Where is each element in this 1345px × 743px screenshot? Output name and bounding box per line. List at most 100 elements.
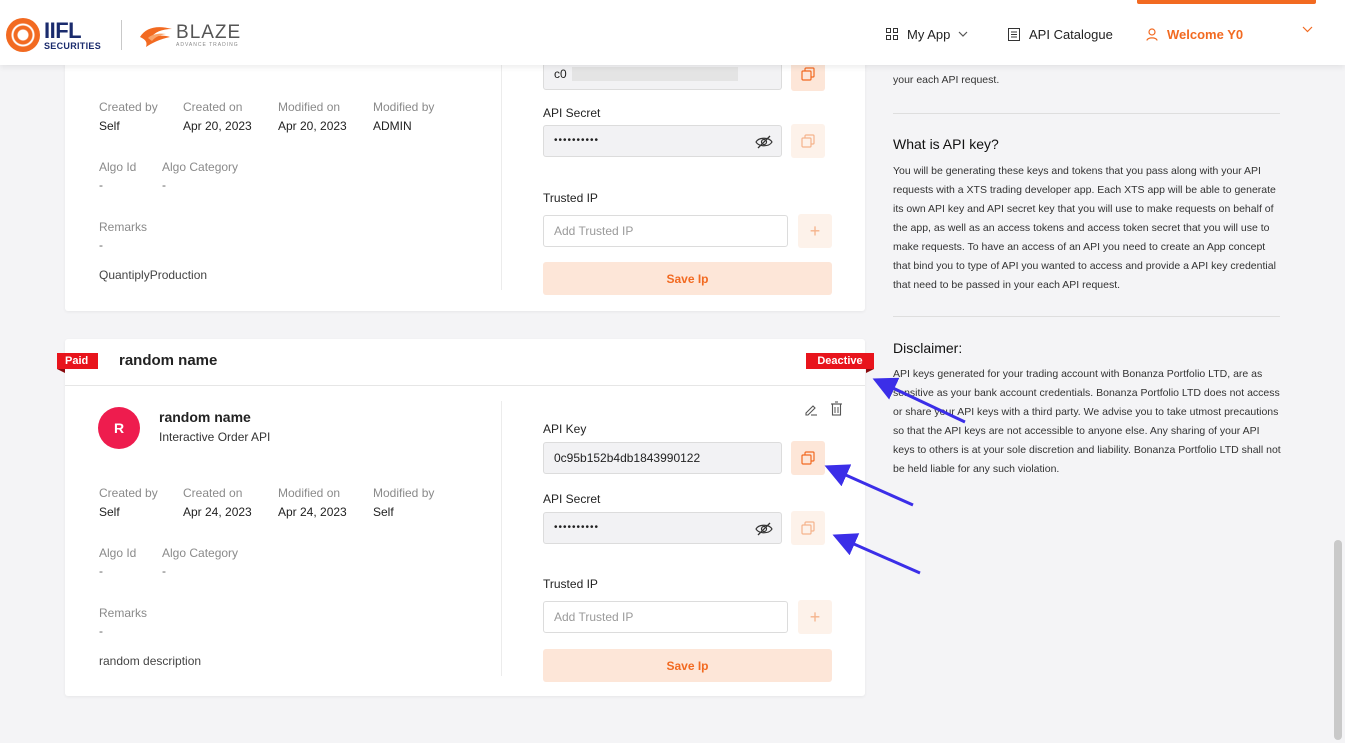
api-key-value: 0c95b152b4db1843990122 <box>554 451 701 465</box>
column-divider <box>501 401 502 676</box>
logo-divider <box>121 20 123 50</box>
save-ip-button[interactable]: Save Ip <box>543 262 832 295</box>
add-trusted-ip-button[interactable]: + <box>798 600 832 634</box>
api-secret-value: •••••••••• <box>554 522 600 533</box>
card-title: random name <box>119 352 218 369</box>
api-secret-value: •••••••••• <box>554 135 600 146</box>
copy-api-secret-button[interactable] <box>791 124 825 158</box>
copy-icon <box>801 521 815 535</box>
disclaimer-text: API keys generated for your trading acco… <box>893 368 1281 475</box>
user-icon <box>1146 27 1158 41</box>
plus-icon: + <box>809 606 821 627</box>
info-divider <box>893 113 1280 114</box>
algo-category-value: - <box>162 178 166 192</box>
app-name: random name <box>159 409 251 425</box>
iifl-logo-subtext: SECURITIES <box>44 40 102 51</box>
active-tab-indicator <box>1137 0 1316 4</box>
created-on-value: Apr 20, 2023 <box>183 119 252 133</box>
nav-my-app-label: My App <box>907 26 951 42</box>
created-by-label: Created by <box>99 486 158 500</box>
remarks-label: Remarks <box>99 220 148 234</box>
chevron-down-icon[interactable] <box>1302 26 1313 33</box>
eye-slash-icon[interactable] <box>755 522 773 536</box>
what-is-api-key-heading: What is API key? <box>893 136 999 152</box>
remarks-value: - <box>99 238 103 252</box>
save-ip-label: Save Ip <box>666 658 709 673</box>
iifl-logo-text: IIFL <box>44 17 82 43</box>
what-is-api-key-text: You will be generating these keys and to… <box>893 165 1276 291</box>
paid-badge: Paid <box>57 353 99 373</box>
api-secret-label: API Secret <box>543 492 601 506</box>
disclaimer-heading: Disclaimer: <box>893 340 963 356</box>
grid-icon <box>886 28 898 40</box>
created-by-label: Created by <box>99 100 158 114</box>
status-badge: Deactive <box>806 353 874 373</box>
top-header: IIFL SECURITIES BLAZE ADVANCE TRADING My… <box>0 0 1345 65</box>
created-on-label: Created on <box>183 486 243 500</box>
iifl-emblem-icon <box>6 18 40 52</box>
nav-api-catalogue[interactable]: API Catalogue <box>1008 24 1113 44</box>
trusted-ip-label: Trusted IP <box>543 577 598 591</box>
trusted-ip-input[interactable]: Add Trusted IP <box>543 215 788 247</box>
blaze-logo-subtext: ADVANCE TRADING <box>176 41 239 48</box>
algo-id-value: - <box>99 178 103 192</box>
api-secret-field[interactable]: •••••••••• <box>543 512 782 544</box>
nav-my-app[interactable]: My App <box>886 24 968 44</box>
modified-on-value: Apr 20, 2023 <box>278 119 347 133</box>
card-header: Paid random name Deactive <box>57 339 874 386</box>
add-trusted-ip-button[interactable]: + <box>798 214 832 248</box>
modified-by-value: Self <box>373 505 394 519</box>
blaze-logo-text: BLAZE <box>176 21 242 43</box>
copy-icon <box>801 134 815 148</box>
nav-api-catalogue-label: API Catalogue <box>1029 26 1113 42</box>
app-description: random description <box>99 654 202 668</box>
api-key-value: c0 <box>554 67 567 81</box>
api-key-field[interactable]: 0c95b152b4db1843990122 <box>543 442 782 474</box>
plus-icon: + <box>809 220 821 241</box>
modified-by-label: Modified by <box>373 486 435 500</box>
algo-id-value: - <box>99 564 103 578</box>
remarks-label: Remarks <box>99 606 148 620</box>
brand-logo[interactable]: IIFL SECURITIES BLAZE ADVANCE TRADING <box>6 18 241 52</box>
modified-on-label: Modified on <box>278 100 341 114</box>
copy-api-secret-button[interactable] <box>791 511 825 545</box>
algo-category-label: Algo Category <box>162 546 239 560</box>
copy-icon <box>801 451 815 465</box>
catalogue-icon <box>1008 27 1020 41</box>
copy-icon <box>801 67 815 81</box>
copy-api-key-button[interactable] <box>791 441 825 475</box>
trusted-ip-label: Trusted IP <box>543 191 598 205</box>
remarks-value: - <box>99 624 103 638</box>
trash-icon[interactable] <box>830 401 843 416</box>
column-divider <box>501 40 502 290</box>
app-type: Interactive Order API <box>159 430 271 444</box>
api-secret-label: API Secret <box>543 106 601 120</box>
redacted-key-mask <box>572 67 738 81</box>
api-secret-field[interactable]: •••••••••• <box>543 125 782 157</box>
created-on-value: Apr 24, 2023 <box>183 505 252 519</box>
algo-category-value: - <box>162 564 166 578</box>
created-by-value: Self <box>99 505 120 519</box>
trusted-ip-input[interactable]: Add Trusted IP <box>543 601 788 633</box>
trusted-ip-placeholder: Add Trusted IP <box>554 610 634 624</box>
app-description: QuantiplyProduction <box>99 268 208 282</box>
info-divider <box>893 316 1280 317</box>
algo-id-label: Algo Id <box>99 160 137 174</box>
avatar: R <box>98 407 140 449</box>
eye-slash-icon[interactable] <box>755 135 773 149</box>
blaze-flame-icon <box>140 27 173 47</box>
modified-by-value: ADMIN <box>373 119 412 133</box>
api-key-label: API Key <box>543 422 587 436</box>
save-ip-label: Save Ip <box>666 271 709 286</box>
welcome-user-label: Welcome Y0 <box>1167 26 1244 42</box>
scrollbar-thumb[interactable] <box>1334 540 1342 740</box>
nav-user-menu[interactable]: Welcome Y0 <box>1146 24 1243 44</box>
created-by-value: Self <box>99 119 120 133</box>
save-ip-button[interactable]: Save Ip <box>543 649 832 682</box>
modified-on-value: Apr 24, 2023 <box>278 505 347 519</box>
modified-by-label: Modified by <box>373 100 435 114</box>
edit-icon[interactable] <box>804 402 818 416</box>
created-on-label: Created on <box>183 100 243 114</box>
info-text-fragment: your each API request. <box>893 74 1000 86</box>
algo-category-label: Algo Category <box>162 160 239 174</box>
